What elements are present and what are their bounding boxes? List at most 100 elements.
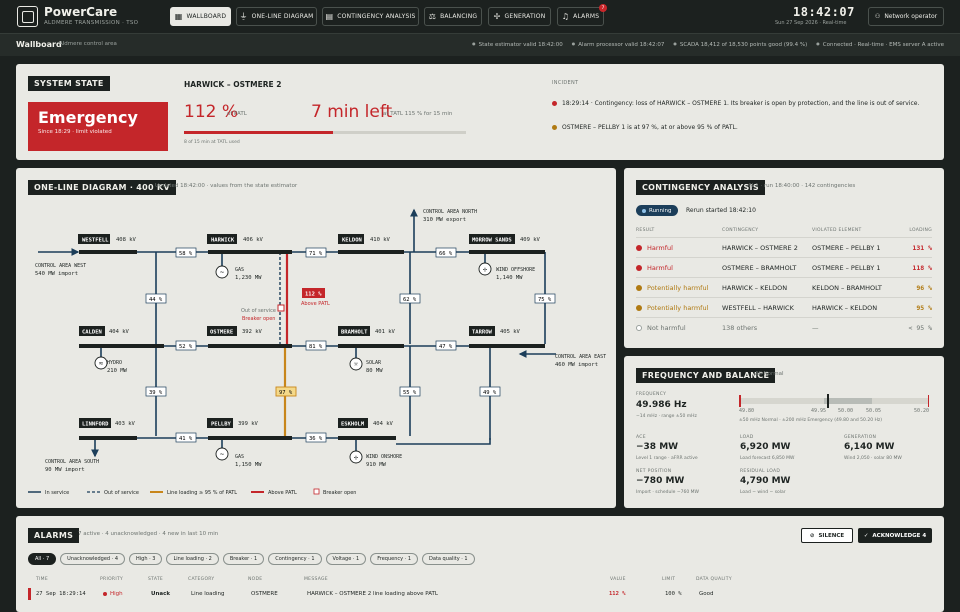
flow-label: 58 % xyxy=(179,251,193,257)
overload-tag-sub: Above PATL xyxy=(301,301,330,307)
gen-mw: 1,140 MW xyxy=(496,275,523,281)
gen-mw: 210 MW xyxy=(107,368,128,374)
breaker-open-icon[interactable] xyxy=(277,304,285,312)
tab-generation[interactable]: ✢ GENERATION xyxy=(488,7,551,26)
substation-linnford[interactable]: LINNFORD xyxy=(82,422,109,428)
filter-chip[interactable]: Contingency · 1 xyxy=(268,553,322,565)
table-row[interactable]: Harmful HARWICK – OSTMERE 2 OSTMERE – PE… xyxy=(636,238,932,258)
normal-band xyxy=(824,398,872,404)
column-header: STATE xyxy=(148,577,164,582)
substation-ostmere[interactable]: OSTMERE xyxy=(210,330,233,336)
voltage-tarrow: 405 kV xyxy=(500,329,521,335)
substation-calden[interactable]: CALDEN xyxy=(82,330,102,336)
metric-value: −780 MW xyxy=(636,476,685,486)
voltage-ostmere: 392 kV xyxy=(242,329,263,335)
flow-label: 44 % xyxy=(149,297,163,303)
one-line-diagram[interactable]: WESTFELL HARWICK KELDON MORROW SANDS CAL… xyxy=(16,168,616,508)
substation-bramholt[interactable]: BRAMHOLT xyxy=(341,330,368,336)
filter-chip-all[interactable]: All · 7 xyxy=(28,553,57,565)
filter-chip[interactable]: Frequency · 1 xyxy=(370,553,419,565)
app-subtitle: ALDMERE TRANSMISSION · TSO xyxy=(44,20,139,26)
alarm-row[interactable]: 27 Sep 18:29:14 High Unack Line loading … xyxy=(28,588,936,600)
gen-type: SOLAR xyxy=(366,360,382,366)
svg-text:≈: ≈ xyxy=(99,360,103,368)
alarm-node: OSTMERE xyxy=(251,591,278,597)
substation-pellby[interactable]: PELLBY xyxy=(211,422,232,428)
voltage-morrow: 409 kV xyxy=(520,237,541,243)
silence-button[interactable]: ⊘ SILENCE xyxy=(801,528,853,543)
app-logo-icon xyxy=(17,6,38,27)
tab-contingency-analysis[interactable]: ▤ CONTINGENCY ANALYSIS xyxy=(322,7,419,26)
element-cell: — xyxy=(812,324,819,332)
loading-cell: 96 % xyxy=(916,283,932,292)
loading-cell: 131 % xyxy=(912,243,932,252)
filter-chip[interactable]: High · 3 xyxy=(129,553,163,565)
filter-chip[interactable]: Breaker · 1 xyxy=(222,553,265,565)
filter-chip[interactable]: Line loading · 2 xyxy=(166,553,219,565)
alarms-meta: 7 active · 4 unacknowledged · 4 new in l… xyxy=(78,531,219,537)
metric-value: 6,920 MW xyxy=(740,442,791,452)
column-header: VALUE xyxy=(610,577,626,582)
substation-keldon[interactable]: KELDON xyxy=(342,238,362,244)
tab-alarms[interactable]: ♫ ALARMS 7 xyxy=(557,4,607,26)
page-subtitle: Aldmere control area xyxy=(59,41,117,47)
tab-wallboard[interactable]: ▦ WALLBOARD xyxy=(170,7,231,26)
filter-chip[interactable]: Voltage · 1 xyxy=(325,553,367,565)
alarm-time: 27 Sep 18:29:14 xyxy=(36,591,86,597)
substation-tarrow[interactable]: TARROW xyxy=(472,330,493,336)
check-icon: ✓ xyxy=(863,532,869,539)
gen-type: GAS xyxy=(235,267,244,273)
table-row[interactable]: Potentially harmful HARWICK – KELDON KEL… xyxy=(636,278,932,298)
scale-tick: 49.80 xyxy=(739,408,755,414)
substation-morrow-sands[interactable]: MORROW SANDS xyxy=(472,238,512,244)
element-cell: HARWICK – KELDON xyxy=(812,303,878,312)
acknowledge-button[interactable]: ✓ ACKNOWLEDGE 4 xyxy=(858,528,932,543)
column-header: NODE xyxy=(248,577,263,582)
substation-eskholm[interactable]: ESKHOLM xyxy=(341,422,365,428)
incident-item: 18:29:14 · Contingency: loss of HARWICK … xyxy=(552,100,919,107)
incident-status-icon xyxy=(552,125,557,130)
substation-harwick[interactable]: HARWICK xyxy=(211,238,235,244)
result-status-icon xyxy=(636,244,642,251)
scale-tick: 49.95 xyxy=(811,408,827,414)
gen-mw: 1,230 MW xyxy=(235,275,262,281)
filter-chip[interactable]: Data quality · 1 xyxy=(422,553,475,565)
system-state-since: Since 18:29 · limit violated xyxy=(38,129,112,135)
filter-chip[interactable]: Unacknowledged · 4 xyxy=(60,553,126,565)
substation-westfell[interactable]: WESTFELL xyxy=(82,238,109,244)
flow-label: 66 % xyxy=(439,251,453,257)
legend-item: Breaker open xyxy=(323,490,356,496)
svg-text:~: ~ xyxy=(220,451,224,459)
column-header: MESSAGE xyxy=(304,577,328,582)
tab-one-line-diagram[interactable]: ⏚ ONE-LINE DIAGRAM xyxy=(236,7,317,26)
loading-cell: < 95 % xyxy=(908,324,932,332)
contingency-title: CONTINGENCY ANALYSIS xyxy=(636,180,765,195)
metric-sub: Wind 2,050 · solar 80 MW xyxy=(844,456,902,461)
voltage-pellby: 399 kV xyxy=(238,421,259,427)
result-cell: Potentially harmful xyxy=(647,283,709,292)
frequency-state: All Normal xyxy=(755,371,784,377)
result-cell: Potentially harmful xyxy=(647,303,709,312)
voltage-bramholt: 401 kV xyxy=(375,329,396,335)
tab-balancing[interactable]: ⚖ BALANCING xyxy=(424,7,482,26)
column-header: RESULT xyxy=(636,228,655,233)
alarm-filter-chips: All · 7 Unacknowledged · 4 High · 3 Line… xyxy=(28,553,475,565)
loading-cell: 118 % xyxy=(912,263,932,272)
metric-value: 4,790 MW xyxy=(740,476,791,486)
table-row[interactable]: Not harmful 138 others — < 95 % xyxy=(636,318,932,338)
metric-sub: Load − wind − solar xyxy=(740,490,786,495)
emergency-limit-high xyxy=(927,395,929,407)
table-row[interactable]: Harmful OSTMERE – BRAMHOLT OSTMERE – PEL… xyxy=(636,258,932,278)
flow-label: 71 % xyxy=(309,251,323,257)
frequency-scale-sub: ±50 mHz Normal · ±200 mHz Emergency (49.… xyxy=(739,418,883,423)
operator-button[interactable]: ⚇ Network operator xyxy=(868,7,944,26)
result-status-icon xyxy=(636,304,642,311)
contingency-cell: HARWICK – OSTMERE 2 xyxy=(722,243,798,252)
alarm-quality: Good xyxy=(699,591,714,597)
result-cell: Not harmful xyxy=(647,324,686,332)
voltage-eskholm: 404 kV xyxy=(373,421,394,427)
column-header: DATA QUALITY xyxy=(696,577,732,582)
area-flow: 460 MW import xyxy=(555,362,598,368)
contingency-table: RESULT CONTINGENCY VIOLATED ELEMENT LOAD… xyxy=(636,224,932,338)
table-row[interactable]: Potentially harmful WESTFELL – HARWICK H… xyxy=(636,298,932,318)
